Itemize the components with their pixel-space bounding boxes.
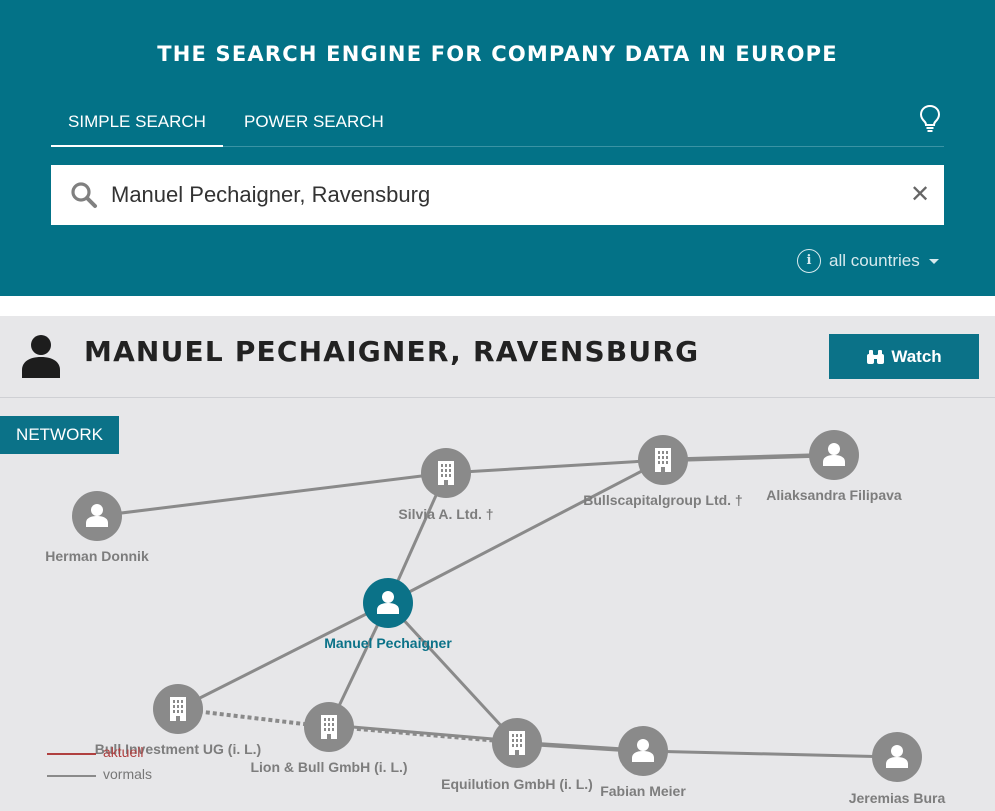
legend-label: vormals xyxy=(103,766,153,782)
edge xyxy=(642,749,898,759)
edge xyxy=(328,723,518,743)
node-label: Equilution GmbH (i. L.) xyxy=(441,776,593,792)
edge xyxy=(662,452,835,463)
person-node-focus[interactable] xyxy=(363,578,413,628)
node-label: Bullscapitalgroup Ltd. † xyxy=(583,492,742,508)
legend-swatch xyxy=(47,775,96,777)
company-node[interactable] xyxy=(638,435,688,485)
node-label: Silvia A. Ltd. † xyxy=(398,506,493,522)
edge xyxy=(177,601,389,711)
legend-swatch xyxy=(47,753,96,755)
legend-label: aktuell xyxy=(103,744,144,760)
edge xyxy=(328,725,518,745)
person-node[interactable] xyxy=(618,726,668,776)
edge xyxy=(445,458,664,475)
node-label: Herman Donnik xyxy=(45,548,149,564)
company-node[interactable] xyxy=(492,718,542,768)
person-node[interactable] xyxy=(809,430,859,480)
company-node[interactable] xyxy=(153,684,203,734)
node-label: Jeremias Bura xyxy=(849,790,946,806)
network-graph: Herman Donnik Silvia A. Ltd. † Bullscapi… xyxy=(45,430,946,806)
node-label: Fabian Meier xyxy=(600,783,686,799)
person-node[interactable] xyxy=(72,491,122,541)
node-label: Lion & Bull GmbH (i. L.) xyxy=(250,759,407,775)
person-node[interactable] xyxy=(872,732,922,782)
node-label: Aliaksandra Filipava xyxy=(766,487,902,503)
company-node[interactable] xyxy=(421,448,471,498)
company-node[interactable] xyxy=(304,702,354,752)
node-label-focus: Manuel Pechaigner xyxy=(324,635,452,651)
edge xyxy=(96,471,447,518)
edge xyxy=(386,601,519,745)
